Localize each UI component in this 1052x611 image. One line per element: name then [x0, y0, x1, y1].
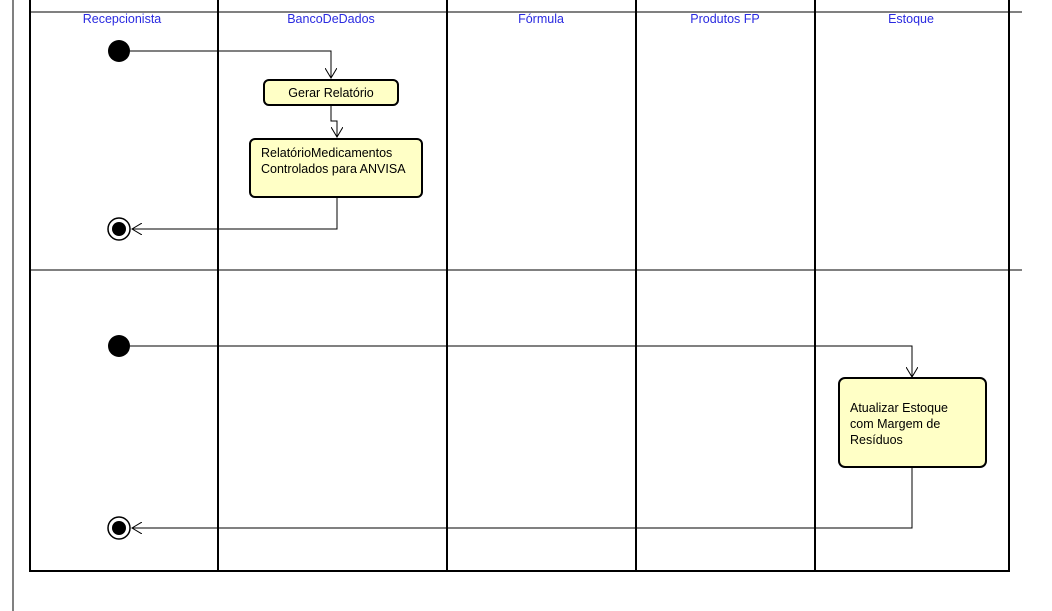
activity-atualizar-estoque-line-1: Atualizar Estoque — [850, 401, 948, 415]
flow-relatorio-to-final-1 — [132, 197, 338, 229]
diagram-frame — [12, 0, 1022, 611]
flow-start-to-atualizar-estoque — [130, 345, 912, 377]
activity-diagram: Recepcionista BancoDeDados Fórmula Produ… — [12, 0, 1022, 611]
activity-atualizar-estoque-line-3: Resíduos — [850, 433, 903, 447]
activity-relatorio-anvisa-line-1: RelatórioMedicamentos — [261, 146, 392, 160]
initial-node-1 — [108, 40, 130, 62]
lane-title-produtos-fp: Produtos FP — [690, 12, 759, 26]
initial-node-2 — [108, 335, 130, 357]
lane-title-banco-de-dados: BancoDeDados — [287, 12, 375, 26]
activity-atualizar-estoque-line-2: com Margem de — [850, 417, 940, 431]
flow-atualizar-to-final-2 — [132, 467, 913, 528]
flow-start-to-gerar-relatorio — [130, 50, 331, 78]
lane-title-recepcionista: Recepcionista — [83, 12, 162, 26]
lane-title-estoque: Estoque — [888, 12, 934, 26]
final-node-2 — [107, 516, 131, 540]
final-node-1 — [107, 217, 131, 241]
flow-gerar-to-relatorio — [330, 105, 337, 137]
lane-title-formula: Fórmula — [518, 12, 564, 26]
activity-relatorio-anvisa-line-2: Controlados para ANVISA — [261, 162, 406, 176]
swimlane-titles: Recepcionista BancoDeDados Fórmula Produ… — [83, 12, 934, 26]
activity-gerar-relatorio-label: Gerar Relatório — [288, 86, 373, 100]
